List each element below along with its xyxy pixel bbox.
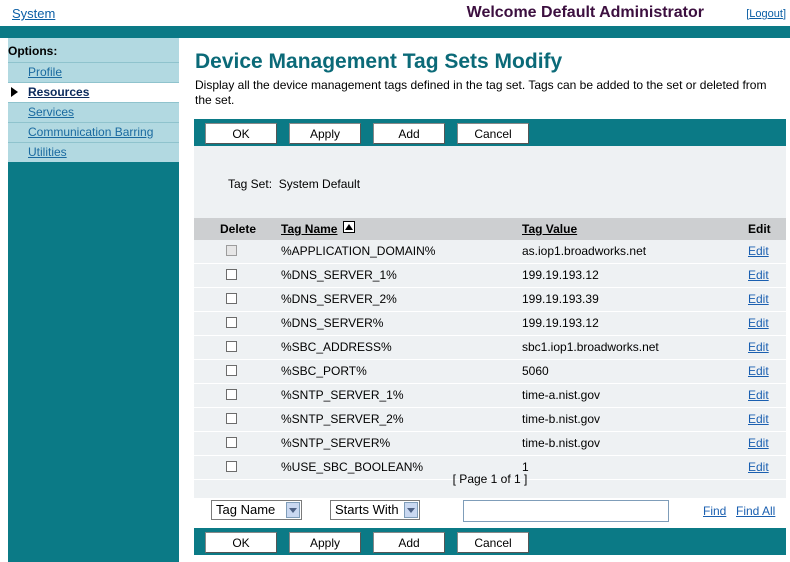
search-input[interactable]: [463, 500, 669, 522]
tag-name-cell: %SNTP_SERVER_1%: [281, 388, 404, 402]
top-bar: System Welcome Default Administrator Log…: [0, 0, 790, 26]
edit-link[interactable]: Edit: [748, 244, 769, 258]
table-header: Delete Tag Name Tag Value Edit: [194, 218, 786, 240]
delete-checkbox: [226, 245, 237, 256]
table-row: %SBC_PORT% 5060 Edit: [194, 360, 786, 384]
tag-name-cell: %DNS_SERVER_2%: [281, 292, 397, 306]
page-description: Display all the device management tags d…: [195, 78, 767, 107]
sidebar-menu: Profile Resources Services Communication…: [8, 62, 179, 162]
tag-value-cell: 5060: [522, 364, 549, 378]
table-row: %SNTP_SERVER% time-b.nist.gov Edit: [194, 432, 786, 456]
table-row: %APPLICATION_DOMAIN% as.iop1.broadworks.…: [194, 240, 786, 264]
table-row: %SNTP_SERVER_1% time-a.nist.gov Edit: [194, 384, 786, 408]
edit-link[interactable]: Edit: [748, 436, 769, 450]
delete-checkbox[interactable]: [226, 293, 237, 304]
cancel-button[interactable]: Cancel: [457, 123, 529, 144]
sidebar: Options: Profile Resources Services Comm…: [8, 38, 179, 562]
button-bar-bottom: OK Apply Add Cancel: [194, 528, 786, 555]
tag-value-cell: time-a.nist.gov: [522, 388, 601, 402]
tag-value-cell: sbc1.iop1.broadworks.net: [522, 340, 659, 354]
header-tag-value[interactable]: Tag Value: [522, 222, 577, 236]
delete-checkbox[interactable]: [226, 461, 237, 472]
main-content: Device Management Tag Sets Modify Displa…: [194, 38, 786, 108]
apply-button[interactable]: Apply: [289, 123, 361, 144]
logout-link[interactable]: Logout: [746, 8, 786, 20]
table-row: %DNS_SERVER_1% 199.19.193.12 Edit: [194, 264, 786, 288]
active-arrow-icon: [11, 87, 18, 97]
header-edit: Edit: [748, 222, 771, 236]
tag-value-cell: 199.19.193.12: [522, 316, 599, 330]
tag-value-cell: time-b.nist.gov: [522, 436, 601, 450]
chevron-down-icon[interactable]: [404, 502, 418, 518]
delete-checkbox[interactable]: [226, 365, 237, 376]
ok-button[interactable]: OK: [205, 123, 277, 144]
edit-link[interactable]: Edit: [748, 268, 769, 282]
sidebar-item-communication-barring[interactable]: Communication Barring: [8, 122, 179, 142]
cancel-button[interactable]: Cancel: [457, 532, 529, 553]
delete-checkbox[interactable]: [226, 317, 237, 328]
search-mode-value: Starts With: [335, 502, 399, 517]
table-row: %SNTP_SERVER_2% time-b.nist.gov Edit: [194, 408, 786, 432]
header-divider: [0, 26, 790, 38]
system-link[interactable]: System: [12, 6, 55, 21]
page-title: Device Management Tag Sets Modify: [195, 50, 563, 73]
edit-link[interactable]: Edit: [748, 340, 769, 354]
options-header: Options:: [8, 38, 179, 62]
welcome-message: Welcome Default Administrator: [466, 4, 704, 21]
tag-value-cell: as.iop1.broadworks.net: [522, 244, 647, 258]
tag-name-cell: %SNTP_SERVER_2%: [281, 412, 404, 426]
edit-link[interactable]: Edit: [748, 292, 769, 306]
edit-link[interactable]: Edit: [748, 316, 769, 330]
edit-link[interactable]: Edit: [748, 412, 769, 426]
find-link[interactable]: Find: [703, 504, 726, 518]
tag-name-cell: %DNS_SERVER%: [281, 316, 384, 330]
sidebar-item-utilities[interactable]: Utilities: [8, 142, 179, 162]
chevron-down-icon[interactable]: [286, 502, 300, 518]
delete-checkbox[interactable]: [226, 389, 237, 400]
tag-set-panel: Tag Set: System Default Delete Tag Name …: [194, 146, 786, 528]
apply-button[interactable]: Apply: [289, 532, 361, 553]
pagination-label: [ Page 1 of 1 ]: [452, 472, 528, 486]
sidebar-item-label[interactable]: Resources: [28, 85, 89, 99]
table-row: %DNS_SERVER% 199.19.193.12 Edit: [194, 312, 786, 336]
logout-label[interactable]: Logout: [749, 8, 783, 20]
edit-link[interactable]: Edit: [748, 388, 769, 402]
search-mode-select[interactable]: Starts With: [330, 500, 420, 520]
delete-checkbox[interactable]: [226, 269, 237, 280]
delete-checkbox[interactable]: [226, 413, 237, 424]
delete-checkbox[interactable]: [226, 341, 237, 352]
sort-ascending-icon[interactable]: [343, 221, 355, 233]
table-body: %APPLICATION_DOMAIN% as.iop1.broadworks.…: [194, 240, 786, 480]
delete-checkbox[interactable]: [226, 437, 237, 448]
tag-name-cell: %SNTP_SERVER%: [281, 436, 391, 450]
add-button[interactable]: Add: [373, 123, 445, 144]
table-row: %DNS_SERVER_2% 199.19.193.39 Edit: [194, 288, 786, 312]
sidebar-item-profile[interactable]: Profile: [8, 62, 179, 82]
add-button[interactable]: Add: [373, 532, 445, 553]
tag-name-cell: %DNS_SERVER_1%: [281, 268, 397, 282]
ok-button[interactable]: OK: [205, 532, 277, 553]
tag-set-label: Tag Set: System Default: [228, 177, 361, 191]
edit-link[interactable]: Edit: [748, 364, 769, 378]
header-delete: Delete: [220, 222, 257, 236]
header-tag-name[interactable]: Tag Name: [281, 222, 337, 236]
tag-name-cell: %SBC_ADDRESS%: [281, 340, 392, 354]
tag-value-cell: time-b.nist.gov: [522, 412, 601, 426]
search-bar: Tag Name Starts With Find Find All: [194, 498, 786, 528]
tag-value-cell: 199.19.193.39: [522, 292, 599, 306]
search-field-select[interactable]: Tag Name: [211, 500, 302, 520]
sidebar-item-resources[interactable]: Resources: [8, 82, 179, 102]
tag-value-cell: 199.19.193.12: [522, 268, 599, 282]
search-field-value: Tag Name: [216, 502, 276, 517]
sidebar-item-services[interactable]: Services: [8, 102, 179, 122]
tag-name-cell: %SBC_PORT%: [281, 364, 367, 378]
table-row: %SBC_ADDRESS% sbc1.iop1.broadworks.net E…: [194, 336, 786, 360]
tag-name-cell: %APPLICATION_DOMAIN%: [281, 244, 436, 258]
button-bar-top: OK Apply Add Cancel: [194, 119, 786, 146]
find-all-link[interactable]: Find All: [736, 504, 775, 518]
